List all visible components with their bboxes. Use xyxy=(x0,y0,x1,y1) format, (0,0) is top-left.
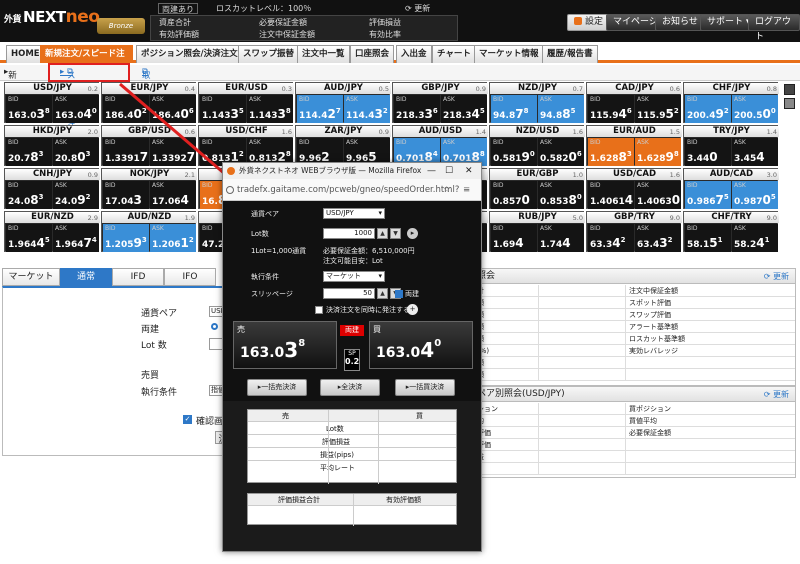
maximize-icon[interactable]: ☐ xyxy=(445,163,453,179)
pop-hedge-checkbox[interactable] xyxy=(395,290,403,298)
pop-settle-checkbox[interactable] xyxy=(315,306,323,314)
sell-label: 売 xyxy=(237,325,245,334)
settle-add-icon[interactable]: + xyxy=(407,304,418,315)
col-sell: 売 xyxy=(282,412,289,420)
popup-titlebar: 外貨ネクストネオ WEBブラウザ版 — Mozilla Firefox — ☐ … xyxy=(223,163,481,179)
pop-hedge-label: 両建 xyxy=(405,290,419,298)
row-pips: 損益(pips) xyxy=(320,451,354,459)
pop-exec-select[interactable]: マーケット xyxy=(323,271,385,282)
col-total-pl: 評価損益合計 xyxy=(278,496,320,504)
col-valuation: 有効評価額 xyxy=(386,496,421,504)
buy-price-button[interactable]: 買 163.040 xyxy=(369,321,473,369)
bookmark-icon[interactable]: ☆ xyxy=(443,179,451,201)
pop-hedge-tag: 両建 xyxy=(340,325,364,336)
speed-order-window: 外貨ネクストネオ WEBブラウザ版 — Mozilla Firefox — ☐ … xyxy=(222,162,482,552)
buy-price: 163.040 xyxy=(376,338,442,362)
menu-icon[interactable]: ≡ xyxy=(463,179,470,201)
url-bar[interactable]: tradefx.gaitame.com/pcweb/gneo/speedOrde… xyxy=(223,179,481,201)
pop-slip-label: スリッページ xyxy=(251,290,293,298)
sell-price-button[interactable]: 売 163.038 xyxy=(233,321,337,369)
popup-body: 通貨ペア USD/JPY Lot数 1000 ▲ ▼ ▸ 1Lot=1,000通… xyxy=(223,201,481,401)
summary-table: 評価損益合計 有効評価額 xyxy=(247,493,457,526)
position-table: 売 買 Lot数 評価損益 損益(pips) 平均レート xyxy=(247,409,457,484)
table-row: 損益(pips) xyxy=(248,449,456,461)
pop-exec-label: 執行条件 xyxy=(251,273,279,281)
minimize-icon[interactable]: — xyxy=(427,163,436,179)
buy-label: 買 xyxy=(373,325,381,334)
pop-pair-label: 通貨ペア xyxy=(251,210,279,218)
pop-note-unit: 1Lot=1,000通貨 xyxy=(251,247,307,255)
url-text: tradefx.gaitame.com/pcweb/gneo/speedOrde… xyxy=(237,185,460,195)
all-settle-button[interactable]: ▸全決済 xyxy=(320,379,380,396)
pop-settle-label: 決済注文を同時に発注する xyxy=(326,306,410,314)
lot-up-icon[interactable]: ▲ xyxy=(377,228,388,239)
row-avg: 平均レート xyxy=(320,464,355,472)
close-icon[interactable]: ✕ xyxy=(465,163,473,179)
sell-all-settle-button[interactable]: ▸一括売決済 xyxy=(247,379,307,396)
page-info-icon[interactable] xyxy=(226,186,234,194)
lot-down-icon[interactable]: ▼ xyxy=(390,228,401,239)
slip-up-icon[interactable]: ▲ xyxy=(377,288,388,299)
pop-lot-input[interactable]: 1000 xyxy=(323,228,375,239)
table-row: Lot数 xyxy=(248,423,456,435)
sell-price: 163.038 xyxy=(240,338,306,362)
firefox-icon xyxy=(227,167,235,175)
col-buy: 買 xyxy=(416,412,423,420)
summary-header: 評価損益合計 有効評価額 xyxy=(248,494,456,506)
pop-slip-input[interactable]: 50 xyxy=(323,288,375,299)
row-pl: 評価損益 xyxy=(322,438,350,446)
pop-lot-label: Lot数 xyxy=(251,230,269,238)
table-row: 平均レート xyxy=(248,462,456,474)
table-row: 評価損益 xyxy=(248,436,456,448)
pop-note-margin: 必要保証金額：6,510,000円 xyxy=(323,247,415,255)
screen: 外貨 NEXTneo Bronze 両建あり ロスカットレベル：100％ ⟳ 更新… xyxy=(0,0,800,564)
pop-note-available: 注文可能目安：Lot xyxy=(323,257,383,265)
pop-pair-select[interactable]: USD/JPY xyxy=(323,208,385,219)
buy-all-settle-button[interactable]: ▸一括買決済 xyxy=(395,379,455,396)
spread-badge: SP 0.2 xyxy=(344,349,360,371)
popup-title: 外貨ネクストネオ WEBブラウザ版 — Mozilla Firefox xyxy=(239,166,422,175)
table-header: 売 買 xyxy=(248,410,456,422)
lot-play-icon[interactable]: ▸ xyxy=(407,228,418,239)
